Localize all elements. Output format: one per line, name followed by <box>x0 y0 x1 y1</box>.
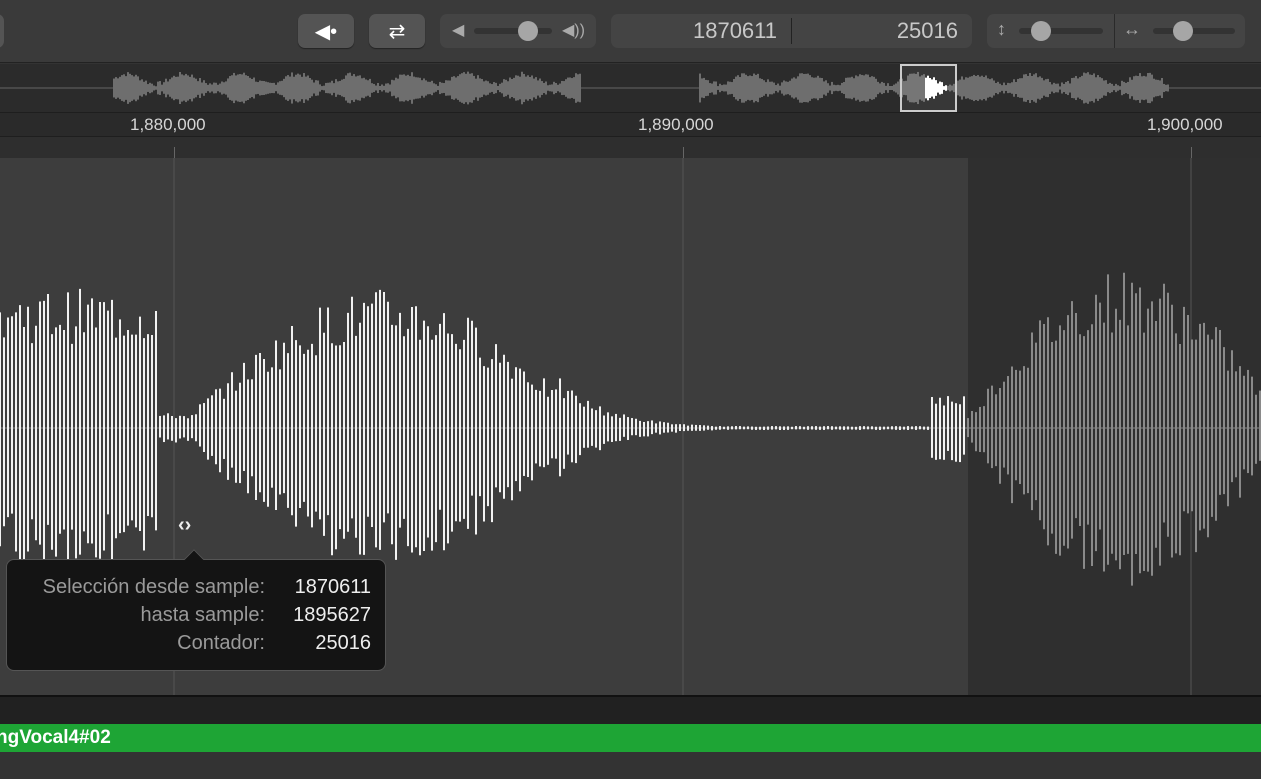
overview-waveform <box>0 64 1261 113</box>
volume-knob[interactable] <box>518 21 538 41</box>
tooltip-label: Contador: <box>177 632 265 655</box>
region-name: ngVocal4#02 <box>0 727 111 748</box>
horizontal-zoom-slider[interactable] <box>1153 28 1235 34</box>
overview-visible-range[interactable] <box>900 64 957 112</box>
horizontal-arrows-icon: ↔ <box>1123 19 1141 40</box>
ruler-label: 1,880,000 <box>130 115 206 135</box>
solo-button[interactable]: ◀• <box>298 14 354 48</box>
speaker-dot-icon: ◀• <box>315 19 337 44</box>
vertical-zoom-knob[interactable] <box>1031 21 1051 41</box>
selection-length-display[interactable]: 25016 <box>792 14 958 48</box>
tooltip-label: hasta sample: <box>140 604 265 627</box>
tooltip-label: Selección desde sample: <box>43 576 265 599</box>
speaker-low-icon: ◀ <box>452 20 464 40</box>
left-edge-button[interactable] <box>0 14 4 48</box>
waveform-overview[interactable] <box>0 64 1261 113</box>
cycle-icon: ⇄ <box>389 19 406 44</box>
toolbar: ◀• ⇄ ◀ ◀)) 1870611 25016 ↕ ↔ <box>0 0 1261 63</box>
resize-cursor-icon: ‹› <box>178 514 191 537</box>
ruler-label: 1,890,000 <box>638 115 714 135</box>
audio-region[interactable]: ngVocal4#02 <box>0 724 1261 752</box>
bottom-lane <box>0 752 1261 779</box>
ruler-label: 1,900,000 <box>1147 115 1223 135</box>
zoom-group: ↕ ↔ <box>987 14 1245 48</box>
tooltip-value: 1870611 <box>295 576 371 599</box>
cycle-button[interactable]: ⇄ <box>369 14 425 48</box>
tooltip-value: 1895627 <box>293 604 371 627</box>
vertical-arrows-icon: ↕ <box>997 19 1006 40</box>
speaker-high-icon: ◀)) <box>562 20 585 40</box>
tooltip-value: 25016 <box>315 632 371 655</box>
horizontal-zoom-knob[interactable] <box>1173 21 1193 41</box>
volume-group: ◀ ◀)) <box>440 14 596 48</box>
selection-tooltip: Selección desde sample: 1870611 hasta sam… <box>6 559 386 671</box>
region-lane-header <box>0 695 1261 724</box>
ruler-tick-band <box>0 137 1261 158</box>
volume-slider[interactable] <box>474 28 552 34</box>
sample-ruler[interactable]: 1,880,000 1,890,000 1,900,000 <box>0 113 1261 137</box>
selection-start-display[interactable]: 1870611 <box>611 14 777 48</box>
